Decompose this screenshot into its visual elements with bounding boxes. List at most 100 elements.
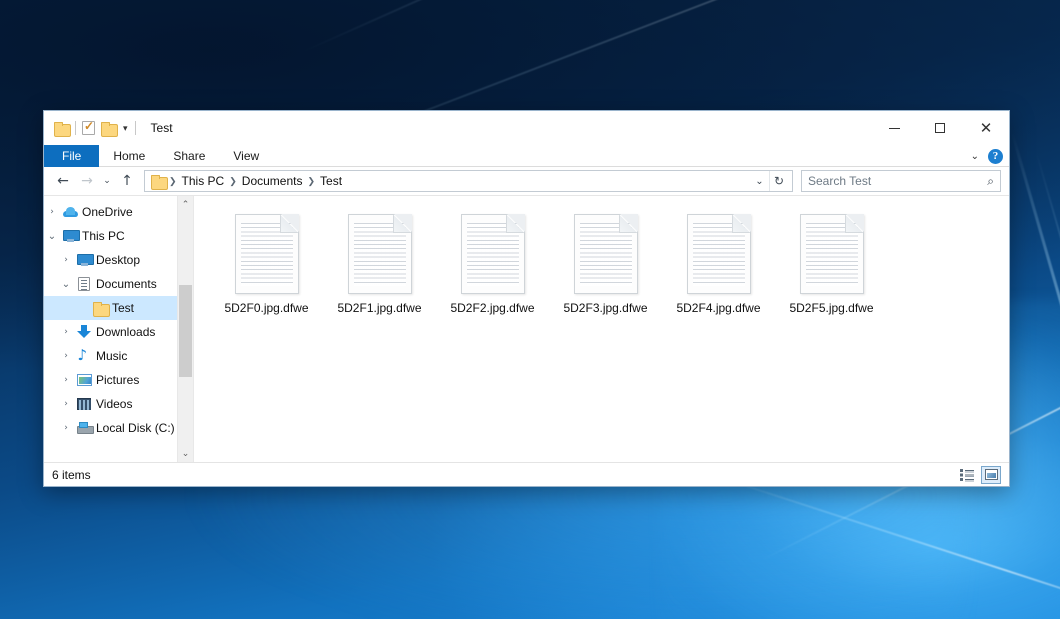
address-bar: ← → ⌄ ↑ ❯ This PC ❯ Documents ❯ Test ⌄ ↻… — [44, 167, 1009, 195]
breadcrumb-item-documents[interactable]: Documents — [238, 174, 307, 188]
help-icon[interactable]: ? — [988, 149, 1003, 164]
close-button[interactable]: ✕ — [963, 111, 1009, 145]
tab-home[interactable]: Home — [99, 145, 159, 167]
breadcrumb[interactable]: ❯ This PC ❯ Documents ❯ Test ⌄ ↻ — [144, 170, 793, 192]
generic-document-icon — [461, 214, 525, 294]
breadcrumb-separator-icon[interactable]: ❯ — [306, 176, 316, 187]
properties-icon[interactable] — [82, 121, 95, 135]
sidebar-item-local-disk[interactable]: › Local Disk (C:) — [44, 416, 193, 440]
sidebar-item-onedrive[interactable]: › OneDrive — [44, 200, 193, 224]
item-count-label: 6 items — [52, 468, 91, 482]
breadcrumb-folder-icon — [151, 175, 166, 188]
generic-document-icon — [235, 214, 299, 294]
sidebar-item-label: OneDrive — [80, 205, 133, 219]
chevron-right-icon[interactable]: › — [58, 423, 74, 433]
file-item[interactable]: 5D2F0.jpg.dfwe — [210, 208, 323, 326]
chevron-down-icon[interactable]: ⌄ — [58, 279, 74, 290]
file-name-label: 5D2F5.jpg.dfwe — [789, 301, 873, 315]
scrollbar-thumb[interactable] — [179, 285, 192, 377]
file-list-view[interactable]: 5D2F0.jpg.dfwe 5D2F1.jpg.dfwe 5D2F2.jpg.… — [194, 196, 1009, 462]
sidebar-item-downloads[interactable]: › Downloads — [44, 320, 193, 344]
search-input[interactable] — [808, 174, 987, 188]
search-box[interactable]: ⌕ — [801, 170, 1001, 192]
sidebar-item-pictures[interactable]: › Pictures — [44, 368, 193, 392]
chevron-right-icon[interactable]: › — [58, 399, 74, 409]
sidebar-item-this-pc[interactable]: ⌄ This PC — [44, 224, 193, 248]
file-item[interactable]: 5D2F5.jpg.dfwe — [775, 208, 888, 326]
file-item[interactable]: 5D2F3.jpg.dfwe — [549, 208, 662, 326]
tab-view[interactable]: View — [219, 145, 273, 167]
minimize-button[interactable] — [871, 111, 917, 145]
generic-document-icon — [800, 214, 864, 294]
recent-locations-button[interactable]: ⌄ — [100, 170, 114, 192]
generic-document-icon — [687, 214, 751, 294]
file-explorer-window: ▾ Test ✕ File Home Share View ⌄ ? ← → ⌄ … — [43, 110, 1010, 487]
sidebar-item-label: This PC — [80, 229, 125, 243]
navigation-pane: › OneDrive ⌄ This PC › Desktop ⌄ Documen… — [44, 196, 194, 462]
chevron-right-icon[interactable]: › — [58, 327, 74, 337]
chevron-down-icon[interactable]: ⌄ — [971, 151, 979, 162]
search-icon[interactable]: ⌕ — [987, 174, 994, 189]
file-item[interactable]: 5D2F1.jpg.dfwe — [323, 208, 436, 326]
folder-icon[interactable] — [54, 122, 69, 135]
refresh-icon[interactable]: ↻ — [769, 171, 788, 191]
chevron-right-icon[interactable]: › — [58, 351, 74, 361]
sidebar-item-desktop[interactable]: › Desktop — [44, 248, 193, 272]
breadcrumb-item-test[interactable]: Test — [316, 174, 346, 188]
maximize-button[interactable] — [917, 111, 963, 145]
breadcrumb-separator-icon[interactable]: ❯ — [228, 176, 238, 187]
large-icons-view-button[interactable] — [981, 466, 1001, 484]
sidebar-item-label: Test — [110, 301, 134, 315]
disk-icon — [74, 422, 94, 434]
tab-file[interactable]: File — [44, 145, 99, 167]
chevron-right-icon[interactable]: › — [44, 207, 60, 217]
window-controls: ✕ — [871, 111, 1009, 145]
up-button[interactable]: ↑ — [116, 170, 138, 192]
back-button[interactable]: ← — [52, 170, 74, 192]
generic-document-icon — [574, 214, 638, 294]
file-item[interactable]: 5D2F2.jpg.dfwe — [436, 208, 549, 326]
chevron-right-icon[interactable]: › — [58, 375, 74, 385]
file-name-label: 5D2F2.jpg.dfwe — [450, 301, 534, 315]
ribbon-controls: ⌄ ? — [971, 145, 1003, 167]
chevron-right-icon[interactable]: › — [58, 255, 74, 265]
file-name-label: 5D2F4.jpg.dfwe — [676, 301, 760, 315]
sidebar-item-test[interactable]: Test — [44, 296, 193, 320]
details-view-button[interactable] — [957, 466, 977, 484]
sidebar-item-videos[interactable]: › Videos — [44, 392, 193, 416]
new-folder-icon[interactable] — [101, 122, 116, 135]
tab-share[interactable]: Share — [159, 145, 219, 167]
pc-icon — [60, 230, 80, 242]
quick-access-toolbar: ▾ Test — [44, 121, 173, 135]
desktop-icon — [74, 254, 94, 266]
sidebar-item-label: Pictures — [94, 373, 139, 387]
downloads-icon — [74, 325, 94, 339]
status-bar: 6 items — [44, 462, 1009, 486]
videos-icon — [74, 398, 94, 410]
file-name-label: 5D2F0.jpg.dfwe — [224, 301, 308, 315]
breadcrumb-separator-icon[interactable]: ❯ — [168, 176, 178, 187]
address-dropdown-icon[interactable]: ⌄ — [750, 171, 769, 191]
documents-icon — [74, 277, 94, 291]
scroll-down-icon[interactable]: ⌄ — [178, 445, 194, 462]
file-name-label: 5D2F1.jpg.dfwe — [337, 301, 421, 315]
ribbon-tabs: File Home Share View ⌄ ? — [44, 145, 1009, 167]
sidebar-item-music[interactable]: › ♪ Music — [44, 344, 193, 368]
address-bar-actions: ⌄ ↻ — [750, 171, 788, 191]
sidebar-item-documents[interactable]: ⌄ Documents — [44, 272, 193, 296]
sidebar-item-label: Music — [94, 349, 127, 363]
generic-document-icon — [348, 214, 412, 294]
file-item[interactable]: 5D2F4.jpg.dfwe — [662, 208, 775, 326]
customize-qat-caret-icon[interactable]: ▾ — [122, 124, 129, 133]
chevron-down-icon[interactable]: ⌄ — [44, 231, 60, 242]
scrollbar-track[interactable] — [178, 213, 194, 445]
scroll-up-icon[interactable]: ⌃ — [178, 196, 194, 213]
divider — [75, 121, 76, 135]
navigation-pane-scrollbar[interactable]: ⌃ ⌄ — [177, 196, 193, 462]
forward-button[interactable]: → — [76, 170, 98, 192]
window-title: Test — [151, 121, 173, 135]
sidebar-item-label: Videos — [94, 397, 132, 411]
breadcrumb-item-this-pc[interactable]: This PC — [178, 174, 229, 188]
sidebar-item-label: Documents — [94, 277, 157, 291]
cloud-icon — [60, 207, 80, 217]
